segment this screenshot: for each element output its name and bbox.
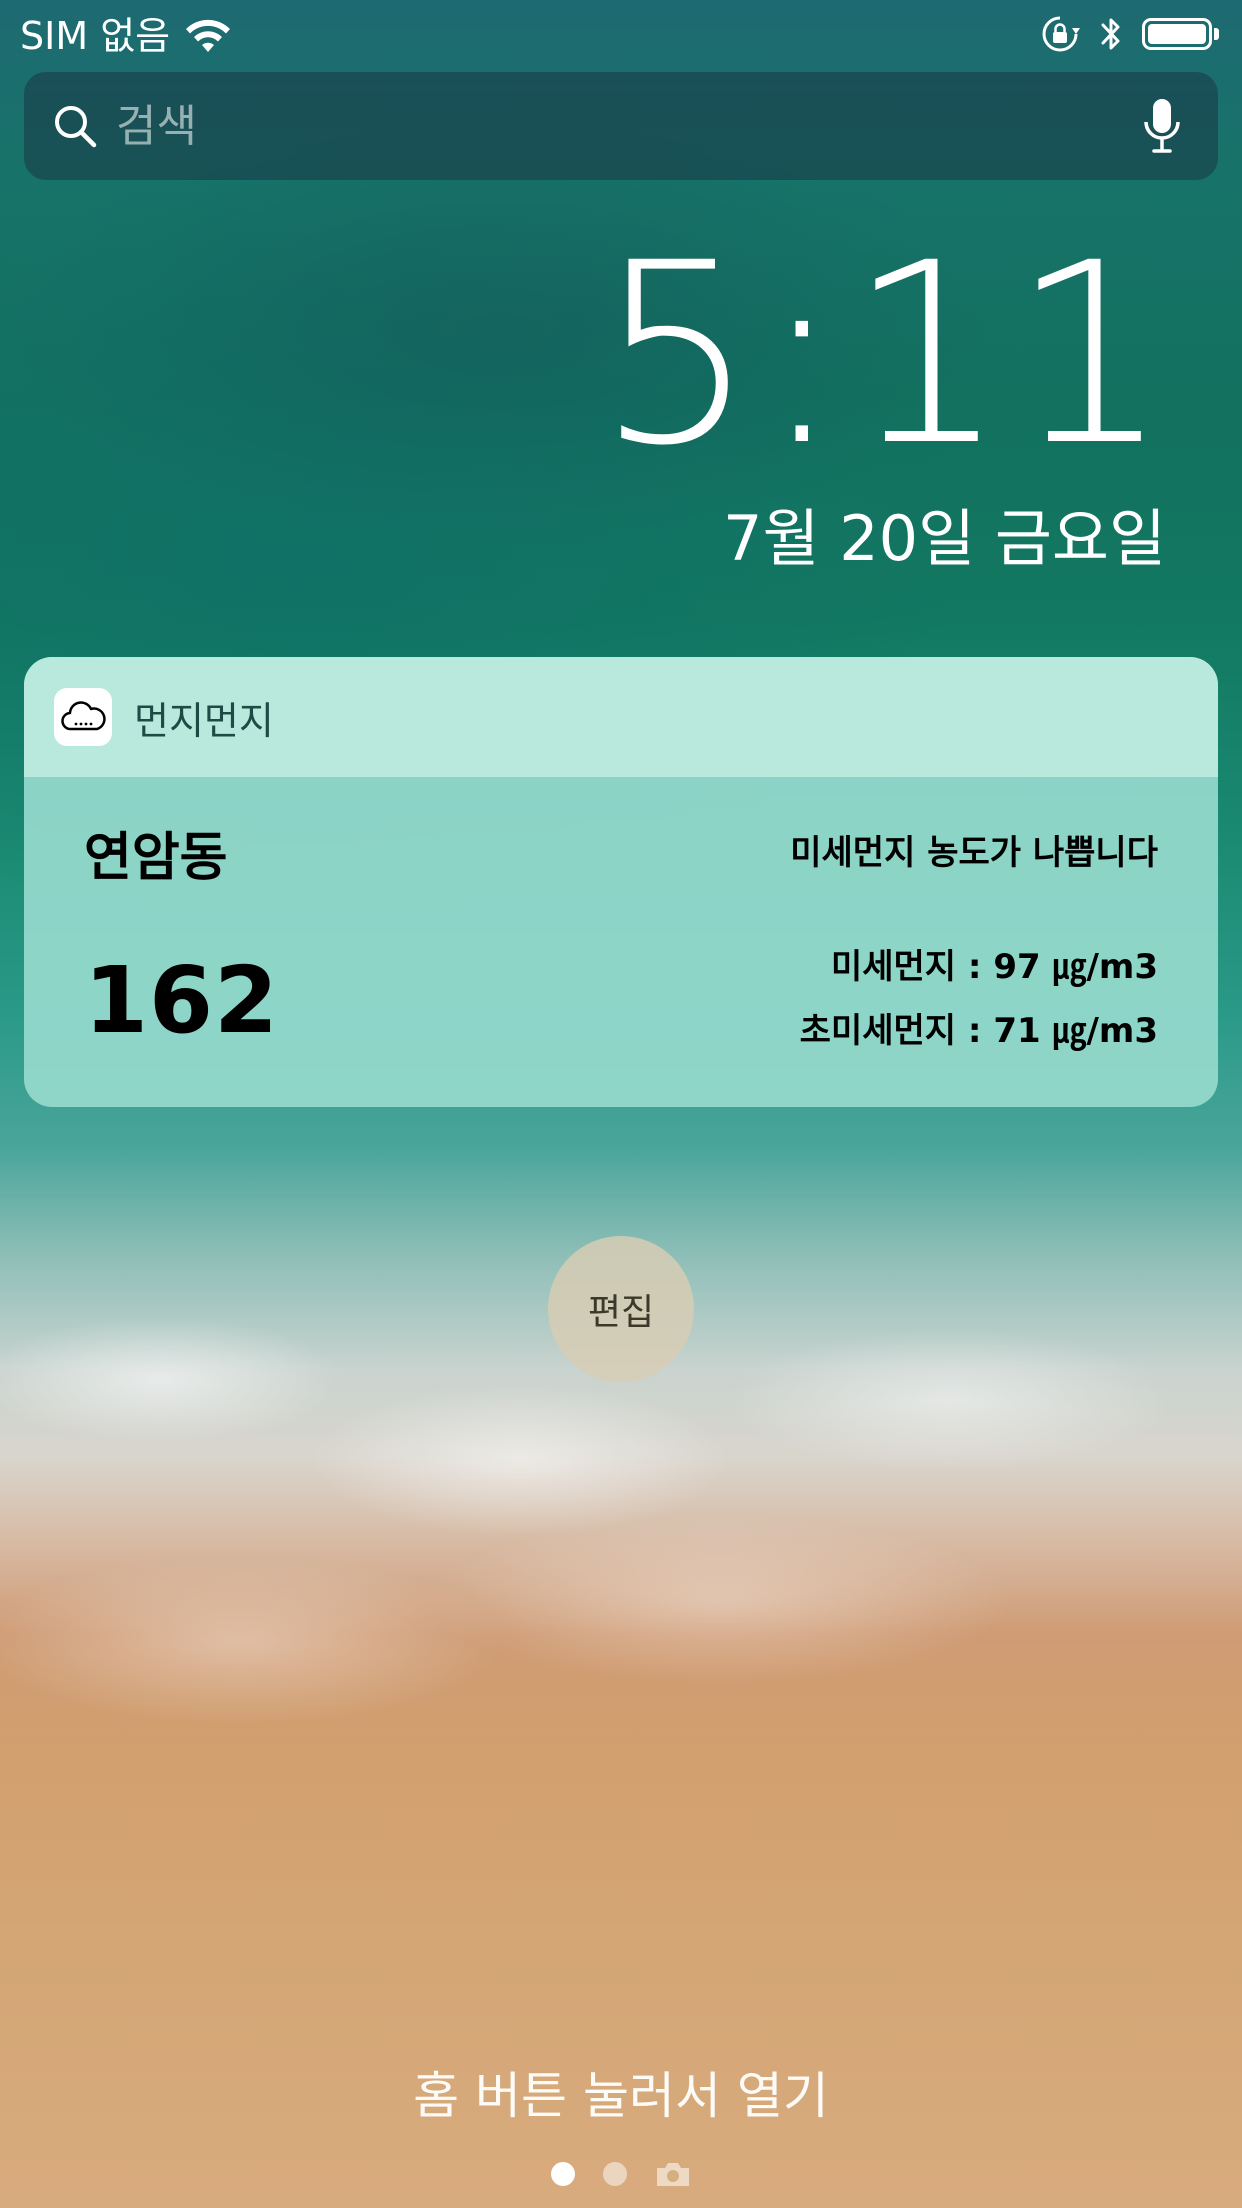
bluetooth-icon bbox=[1101, 18, 1120, 50]
search-bar[interactable] bbox=[24, 72, 1218, 180]
status-icons bbox=[1040, 14, 1222, 54]
lock-screen-time: 5:11 bbox=[596, 209, 1174, 500]
page-dot[interactable] bbox=[603, 2162, 627, 2186]
unlock-hint: 홈 버튼 눌러서 열기 bbox=[413, 2067, 829, 2125]
location-label: 연암동 bbox=[84, 828, 228, 888]
wifi-icon bbox=[186, 19, 231, 52]
aqi-value: 162 bbox=[84, 947, 280, 1054]
camera-icon[interactable] bbox=[655, 2160, 691, 2188]
page-indicator[interactable] bbox=[0, 2160, 1242, 2188]
orientation-lock-icon bbox=[1042, 16, 1080, 52]
carrier-group: SIM 없음 bbox=[20, 12, 232, 60]
battery-icon bbox=[1142, 15, 1222, 53]
status-bar: SIM 없음 bbox=[0, 0, 1242, 70]
lock-screen-date: 7월 20일 금요일 bbox=[723, 502, 1166, 575]
dust-widget[interactable]: 먼지먼지 연암동 162 미세먼지 농도가 나쁩니다 미세먼지 : 97 ㎍/m… bbox=[24, 657, 1218, 1107]
pm25-reading: 초미세먼지 : 71 ㎍/m3 bbox=[799, 1011, 1158, 1051]
edit-widgets-button[interactable]: 편집 bbox=[548, 1236, 694, 1382]
microphone-icon[interactable] bbox=[1142, 96, 1182, 156]
widget-header[interactable]: 먼지먼지 bbox=[24, 657, 1218, 777]
air-quality-status: 미세먼지 농도가 나쁩니다 bbox=[790, 833, 1158, 873]
page-dot-active[interactable] bbox=[551, 2162, 575, 2186]
pm10-reading: 미세먼지 : 97 ㎍/m3 bbox=[830, 947, 1158, 987]
search-input[interactable] bbox=[114, 99, 1142, 153]
widget-body[interactable]: 연암동 162 미세먼지 농도가 나쁩니다 미세먼지 : 97 ㎍/m3 초미세… bbox=[24, 777, 1218, 1107]
widget-app-name: 먼지먼지 bbox=[134, 698, 274, 743]
carrier-label: SIM 없음 bbox=[20, 14, 171, 58]
search-icon bbox=[55, 106, 97, 148]
cloud-icon bbox=[54, 688, 112, 746]
